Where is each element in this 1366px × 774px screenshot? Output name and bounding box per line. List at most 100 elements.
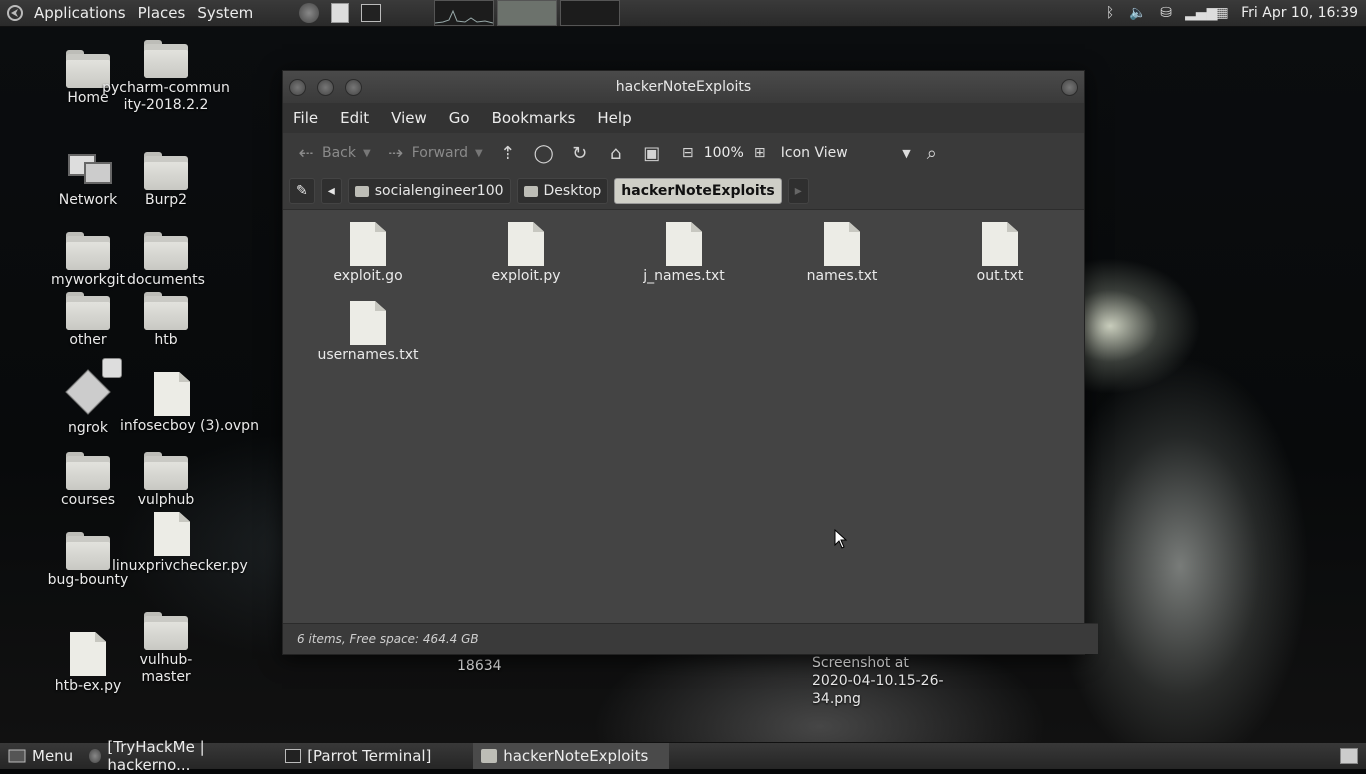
desktop-icon-other[interactable]: other: [44, 292, 132, 349]
maximize-button[interactable]: [345, 79, 362, 96]
desktop-icon-linuxprivchecker[interactable]: linuxprivchecker.py: [112, 512, 248, 575]
home-button[interactable]: ⌂: [601, 141, 631, 166]
parrot-menu-icon: [8, 749, 26, 763]
menu-edit[interactable]: Edit: [334, 109, 375, 127]
applications-menu[interactable]: Applications: [28, 4, 132, 22]
minimize-button[interactable]: [317, 79, 334, 96]
window-title: hackerNoteExploits: [615, 79, 752, 95]
back-arrow-icon: ⇠: [298, 142, 314, 164]
file-icon: [982, 222, 1018, 266]
view-mode-value: Icon View: [780, 145, 848, 161]
path-socialengineer100[interactable]: socialengineer100: [347, 178, 511, 204]
file-icon: [154, 372, 190, 416]
file-icon: [350, 301, 386, 345]
reload-icon: ↻: [572, 142, 588, 164]
show-desktop-button[interactable]: [1332, 743, 1366, 769]
zoom-in-icon[interactable]: ⊞: [749, 145, 771, 161]
task-hackernoteexploits[interactable]: hackerNoteExploits: [473, 743, 670, 769]
terminal-icon: [285, 749, 302, 763]
path-left-button[interactable]: ◂: [320, 178, 342, 204]
back-button[interactable]: ⇠ Back ▼: [291, 141, 375, 166]
menu-bookmarks[interactable]: Bookmarks: [486, 109, 582, 127]
path-hackernoteexploits[interactable]: hackerNoteExploits: [614, 178, 782, 204]
menu-help[interactable]: Help: [591, 109, 637, 127]
window-titlebar[interactable]: hackerNoteExploits: [283, 71, 1084, 103]
search-button[interactable]: ⌕: [917, 141, 947, 166]
zoom-out-icon[interactable]: ⊟: [677, 145, 699, 161]
chevron-down-icon[interactable]: ▼: [475, 148, 483, 159]
bluetooth-icon[interactable]: ᛒ: [1101, 4, 1119, 22]
computer-button[interactable]: ▣: [637, 141, 667, 166]
system-menu[interactable]: System: [191, 4, 259, 22]
up-button[interactable]: ⇡: [493, 141, 523, 166]
file-item[interactable]: exploit.go: [293, 222, 443, 284]
desktop-icon-documents[interactable]: documents: [122, 232, 210, 289]
file-item[interactable]: usernames.txt: [293, 301, 443, 363]
calendar-icon[interactable]: ▦: [1213, 4, 1231, 22]
volume-icon[interactable]: 🔈: [1129, 4, 1147, 22]
path-label: Desktop: [543, 183, 602, 199]
signal-strength-icon[interactable]: ▂▄▆: [1185, 4, 1217, 22]
path-desktop[interactable]: Desktop: [516, 178, 609, 204]
desktop-icon-ngrok[interactable]: ngrok: [44, 358, 132, 437]
desktop-icon-infosecboy-ovpn[interactable]: infosecboy (3).ovpn: [120, 372, 259, 435]
network-graph: [560, 0, 621, 26]
path-right-button[interactable]: ▸: [787, 178, 809, 204]
stop-button[interactable]: ◯: [529, 141, 559, 166]
terminal-launcher-icon[interactable]: [361, 4, 382, 22]
home-folder-icon: ⌂: [610, 142, 622, 164]
file-item[interactable]: exploit.py: [451, 222, 601, 284]
search-icon: ⌕: [926, 142, 937, 164]
folder-icon: [144, 612, 188, 650]
clock[interactable]: Fri Apr 10, 16:39: [1241, 5, 1358, 21]
main-menu-button[interactable]: Menu: [0, 743, 81, 769]
file-view[interactable]: exploit.go exploit.py j_names.txt names.…: [283, 210, 1084, 624]
network-status-icon[interactable]: ⛁: [1157, 4, 1175, 22]
menu-file[interactable]: File: [287, 109, 324, 127]
desktop-icon-label[interactable]: Screenshot at 2020-04-10.15-26-34.png: [812, 654, 952, 708]
task-tryhackme[interactable]: [TryHackMe | hackerno...: [81, 738, 277, 774]
desktop-icon-myworkgit[interactable]: myworkgit: [44, 232, 132, 289]
network-icon: [66, 152, 112, 188]
desktop-icon-vulhub-master[interactable]: vulhub-master: [122, 612, 210, 686]
close-button[interactable]: [289, 79, 306, 96]
file-item[interactable]: j_names.txt: [609, 222, 759, 284]
reload-button[interactable]: ↻: [565, 141, 595, 166]
menu-view[interactable]: View: [385, 109, 433, 127]
firefox-icon: [89, 749, 102, 763]
status-text: 6 items, Free space: 464.4 GB: [297, 632, 479, 646]
desktop-icon-network[interactable]: Network: [44, 152, 132, 209]
desktop-icon-courses[interactable]: courses: [44, 452, 132, 509]
desktop-icon-vulphub[interactable]: vulphub: [122, 452, 210, 509]
chevron-down-icon: ▼: [902, 146, 911, 160]
zoom-control[interactable]: ⊟ 100% ⊞: [673, 143, 775, 163]
folder-icon: [481, 749, 498, 763]
file-name: j_names.txt: [643, 268, 725, 284]
desktop-icon-pycharm[interactable]: pycharm-community-2018.2.2: [102, 40, 230, 114]
view-mode-select[interactable]: Icon View ▼: [781, 145, 911, 161]
desktop-icon-label: bug-bounty: [47, 572, 129, 588]
forward-button[interactable]: ⇢ Forward ▼: [381, 141, 487, 166]
desktop-icon-htb[interactable]: htb: [122, 292, 210, 349]
chevron-down-icon[interactable]: ▼: [363, 148, 371, 159]
toggle-location-button[interactable]: ✎: [289, 178, 315, 204]
file-item[interactable]: names.txt: [767, 222, 917, 284]
text-editor-launcher-icon[interactable]: [331, 3, 350, 23]
file-item[interactable]: out.txt: [925, 222, 1075, 284]
window-menu-button[interactable]: [1061, 79, 1078, 96]
firefox-launcher-icon[interactable]: [299, 3, 320, 23]
parrot-logo-icon[interactable]: [0, 0, 28, 26]
menu-go[interactable]: Go: [443, 109, 476, 127]
desktop-icon-htb-ex[interactable]: htb-ex.py: [44, 632, 132, 695]
folder-icon: [523, 185, 538, 197]
status-bar: 6 items, Free space: 464.4 GB: [283, 623, 1098, 654]
top-panel: Applications Places System ᛒ 🔈 ⛁ ▂▄▆ ▦ F…: [0, 0, 1366, 27]
folder-icon: [144, 452, 188, 490]
task-parrot-terminal[interactable]: [Parrot Terminal]: [277, 743, 473, 769]
places-menu[interactable]: Places: [132, 4, 192, 22]
desktop-icon-label: other: [69, 332, 107, 348]
desktop-icon-burp2[interactable]: Burp2: [122, 152, 210, 209]
desktop-icon-label[interactable]: 18634: [457, 658, 502, 674]
file-name: exploit.go: [333, 268, 403, 284]
up-arrow-icon: ⇡: [500, 142, 516, 164]
